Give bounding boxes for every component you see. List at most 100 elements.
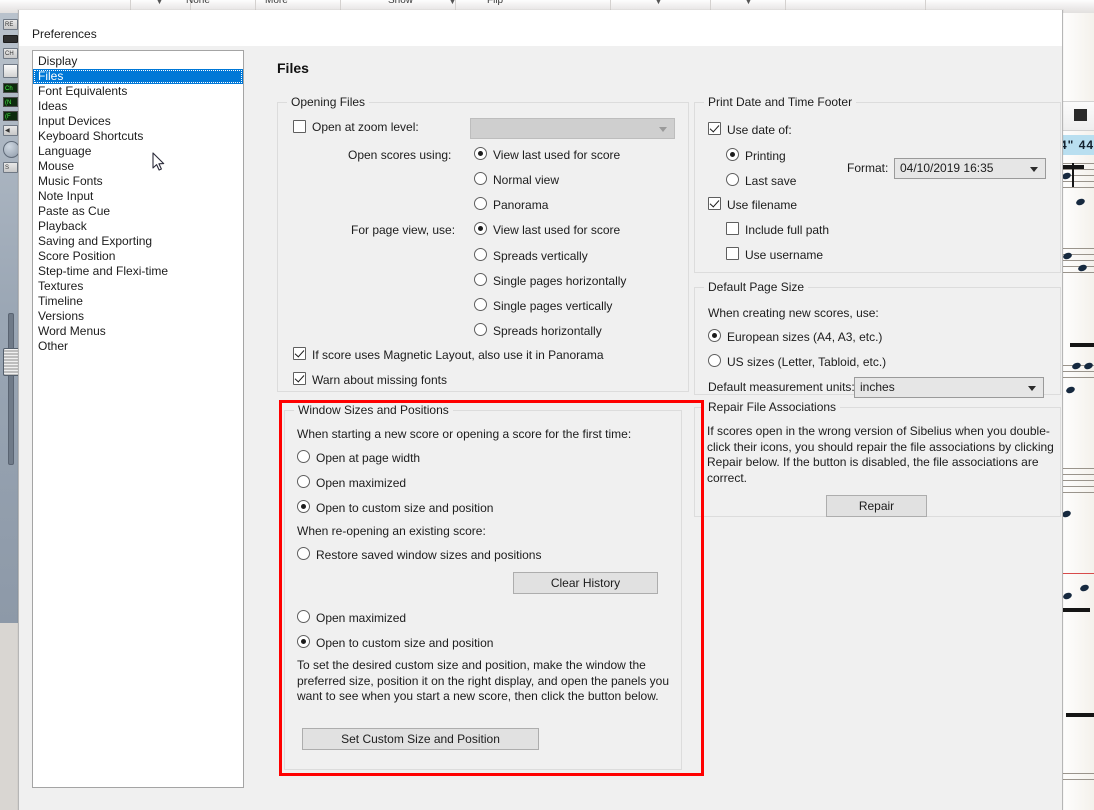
print-footer-group: Print Date and Time Footer Use date of: … [694, 95, 1061, 273]
warn-missing-fonts-checkbox[interactable] [293, 372, 306, 385]
use-date-of-checkbox[interactable] [708, 122, 721, 135]
new-score-radio-open-custom-size[interactable] [297, 500, 310, 513]
sidebar-item-note-input[interactable]: Note Input [33, 189, 243, 204]
chevron-down-icon-4[interactable]: ▼ [745, 0, 752, 6]
zoom-level-combobox[interactable] [470, 118, 675, 139]
reopen-radio-open-maximized[interactable] [297, 610, 310, 623]
open-scores-option-2-label: Panorama [493, 198, 549, 212]
reopen-option-0-label: Open maximized [316, 611, 407, 625]
sidebar-item-font-equivalents[interactable]: Font Equivalents [33, 84, 243, 99]
dialog-title: Preferences [32, 27, 97, 41]
when-creating-scores-label: When creating new scores, use: [708, 306, 879, 320]
page-view-option-1-label: Spreads vertically [493, 249, 588, 263]
opening-files-legend: Opening Files [287, 95, 370, 109]
open-scores-option-0-label: View last used for score [493, 148, 621, 162]
sidebar-item-timeline[interactable]: Timeline [33, 294, 243, 309]
date-radio-last-save[interactable] [726, 173, 739, 186]
open-at-zoom-level-checkbox[interactable] [293, 120, 306, 133]
sidebar-item-score-position[interactable]: Score Position [33, 249, 243, 264]
measurement-units-label: Default measurement units: [708, 380, 855, 394]
default-page-size-group: Default Page Size When creating new scor… [694, 280, 1061, 398]
sidebar-item-display[interactable]: Display [33, 54, 243, 69]
sidebar-item-playback[interactable]: Playback [33, 219, 243, 234]
open-scores-radio-panorama[interactable] [474, 197, 487, 210]
date-option-1-label: Last save [745, 174, 797, 188]
page-view-option-4-label: Spreads horizontally [493, 324, 602, 338]
format-label: Format: [847, 161, 889, 175]
page-view-radio-spreads-vertically[interactable] [474, 248, 487, 261]
date-radio-printing[interactable] [726, 148, 739, 161]
repair-file-associations-group: Repair File Associations If scores open … [694, 400, 1061, 517]
measurement-units-combobox[interactable]: inches [854, 377, 1044, 398]
category-listbox[interactable]: Display Files Font Equivalents Ideas Inp… [32, 50, 244, 788]
sidebar-item-textures[interactable]: Textures [33, 279, 243, 294]
mixer-button-solo[interactable]: S [3, 162, 18, 173]
sidebar-item-paste-as-cue[interactable]: Paste as Cue [33, 204, 243, 219]
sidebar-item-music-fonts[interactable]: Music Fonts [33, 174, 243, 189]
include-full-path-checkbox[interactable] [726, 222, 739, 235]
page-view-radio-single-pages-horizontally[interactable] [474, 273, 487, 286]
sidebar-item-other[interactable]: Other [33, 339, 243, 354]
score-view[interactable]: 4" 44 [1060, 13, 1094, 810]
sidebar-item-ideas[interactable]: Ideas [33, 99, 243, 114]
measurement-units-value: inches [860, 380, 895, 394]
mixer-display-n: (N [3, 97, 18, 107]
mixer-display-f: (F [3, 111, 18, 121]
reopen-radio-open-custom-size[interactable] [297, 635, 310, 648]
speaker-icon[interactable]: ◀ [3, 125, 18, 136]
set-custom-size-and-position-button[interactable]: Set Custom Size and Position [302, 728, 539, 750]
page-view-radio-spreads-horizontally[interactable] [474, 323, 487, 336]
sidebar-item-word-menus[interactable]: Word Menus [33, 324, 243, 339]
page-title: Files [277, 60, 309, 76]
mixer-slider-handle[interactable] [3, 64, 18, 78]
page-view-radio-single-pages-vertically[interactable] [474, 298, 487, 311]
use-filename-label: Use filename [727, 198, 798, 212]
sidebar-item-versions[interactable]: Versions [33, 309, 243, 324]
use-username-checkbox[interactable] [726, 247, 739, 260]
use-filename-checkbox[interactable] [708, 197, 721, 210]
ribbon-label-none[interactable]: None [186, 0, 210, 6]
sidebar-item-step-time-flexi-time[interactable]: Step-time and Flexi-time [33, 264, 243, 279]
open-scores-radio-normal-view[interactable] [474, 172, 487, 185]
new-score-radio-open-at-page-width[interactable] [297, 450, 310, 463]
chevron-down-icon[interactable]: ▼ [156, 0, 163, 6]
mixer-meter [3, 35, 18, 43]
ribbon-label-more[interactable]: More [265, 0, 288, 6]
include-full-path-label: Include full path [745, 223, 830, 237]
sidebar-item-mouse[interactable]: Mouse [33, 159, 243, 174]
repair-description: If scores open in the wrong version of S… [707, 424, 1054, 485]
page-view-radio-view-last-used[interactable] [474, 222, 487, 235]
new-score-label: When starting a new score or opening a s… [297, 427, 632, 441]
page-size-radio-us[interactable] [708, 354, 721, 367]
mixer-button-re[interactable]: RE [3, 19, 18, 30]
preferences-dialog: Preferences Display Files Font Equivalen… [18, 10, 1063, 810]
sidebar-item-saving-and-exporting[interactable]: Saving and Exporting [33, 234, 243, 249]
new-score-radio-open-maximized[interactable] [297, 475, 310, 488]
sidebar-item-input-devices[interactable]: Input Devices [33, 114, 243, 129]
print-footer-legend: Print Date and Time Footer [704, 95, 857, 109]
magnetic-layout-checkbox[interactable] [293, 347, 306, 360]
page-size-radio-european[interactable] [708, 329, 721, 342]
open-scores-radio-view-last-used[interactable] [474, 147, 487, 160]
repair-button[interactable]: Repair [826, 495, 927, 517]
chevron-down-icon-2[interactable]: ▼ [449, 0, 456, 6]
color-swatch-icon[interactable] [1074, 109, 1087, 121]
reopen-label: When re-opening an existing score: [297, 524, 486, 538]
sidebar-item-files[interactable]: Files [33, 69, 243, 84]
page-view-option-0-label: View last used for score [493, 223, 621, 237]
page-size-option-1-label: US sizes (Letter, Tabloid, etc.) [727, 355, 887, 369]
volume-fader-track[interactable] [8, 313, 14, 465]
mixer-button-ch[interactable]: CH [3, 48, 18, 59]
ribbon-label-flip[interactable]: Flip [487, 0, 503, 6]
ribbon-label-show[interactable]: Show [388, 0, 413, 6]
settings-pane: Files Opening Files Open at zoom level: … [262, 50, 1062, 810]
sidebar-item-language[interactable]: Language [33, 144, 243, 159]
mouse-cursor-icon [152, 152, 165, 171]
open-at-zoom-level-label: Open at zoom level: [312, 120, 419, 134]
reopen-radio-restore-saved[interactable] [297, 547, 310, 560]
date-format-combobox[interactable]: 04/10/2019 16:35 [894, 158, 1046, 179]
clear-history-button[interactable]: Clear History [513, 572, 658, 594]
chevron-down-icon-3[interactable]: ▼ [655, 0, 662, 6]
sidebar-item-keyboard-shortcuts[interactable]: Keyboard Shortcuts [33, 129, 243, 144]
reopen-option-1-label: Open to custom size and position [316, 636, 494, 650]
